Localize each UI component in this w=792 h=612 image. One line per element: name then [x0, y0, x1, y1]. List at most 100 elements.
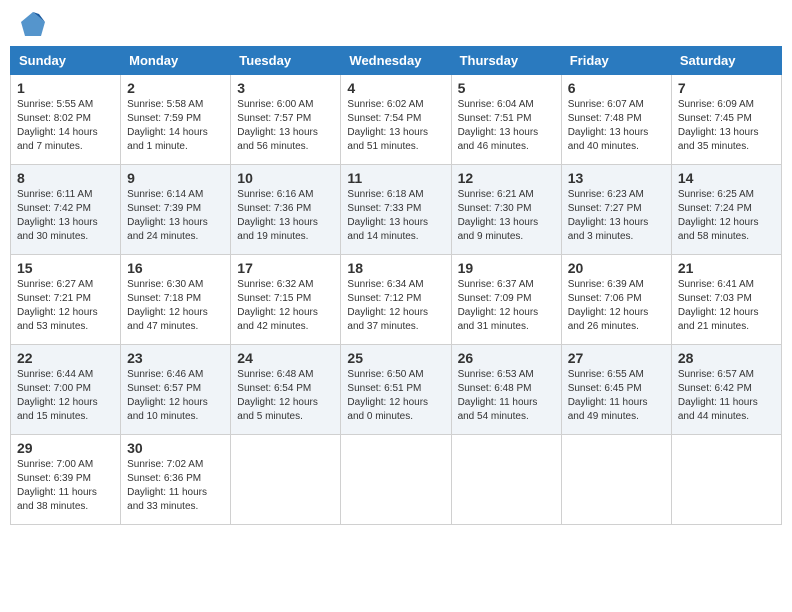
day-number: 13 [568, 170, 665, 186]
calendar-day-cell: 14 Sunrise: 6:25 AM Sunset: 7:24 PM Dayl… [671, 165, 781, 255]
page-header [10, 10, 782, 38]
calendar-day-cell: 24 Sunrise: 6:48 AM Sunset: 6:54 PM Dayl… [231, 345, 341, 435]
day-info: Sunrise: 6:44 AM Sunset: 7:00 PM Dayligh… [17, 369, 98, 422]
day-info: Sunrise: 6:55 AM Sunset: 6:45 PM Dayligh… [568, 369, 648, 422]
calendar-week-row: 8 Sunrise: 6:11 AM Sunset: 7:42 PM Dayli… [11, 165, 782, 255]
day-info: Sunrise: 6:07 AM Sunset: 7:48 PM Dayligh… [568, 99, 649, 152]
day-info: Sunrise: 6:50 AM Sunset: 6:51 PM Dayligh… [347, 369, 428, 422]
calendar-day-cell: 23 Sunrise: 6:46 AM Sunset: 6:57 PM Dayl… [121, 345, 231, 435]
calendar-table: SundayMondayTuesdayWednesdayThursdayFrid… [10, 46, 782, 525]
calendar-day-cell: 10 Sunrise: 6:16 AM Sunset: 7:36 PM Dayl… [231, 165, 341, 255]
calendar-header-cell: Tuesday [231, 47, 341, 75]
day-info: Sunrise: 6:21 AM Sunset: 7:30 PM Dayligh… [458, 189, 539, 242]
day-number: 25 [347, 350, 444, 366]
calendar-day-cell [341, 435, 451, 525]
calendar-day-cell: 19 Sunrise: 6:37 AM Sunset: 7:09 PM Dayl… [451, 255, 561, 345]
day-info: Sunrise: 5:58 AM Sunset: 7:59 PM Dayligh… [127, 99, 208, 152]
calendar-week-row: 15 Sunrise: 6:27 AM Sunset: 7:21 PM Dayl… [11, 255, 782, 345]
calendar-week-row: 1 Sunrise: 5:55 AM Sunset: 8:02 PM Dayli… [11, 75, 782, 165]
day-info: Sunrise: 6:16 AM Sunset: 7:36 PM Dayligh… [237, 189, 318, 242]
day-info: Sunrise: 6:41 AM Sunset: 7:03 PM Dayligh… [678, 279, 759, 332]
day-info: Sunrise: 6:27 AM Sunset: 7:21 PM Dayligh… [17, 279, 98, 332]
calendar-day-cell: 22 Sunrise: 6:44 AM Sunset: 7:00 PM Dayl… [11, 345, 121, 435]
calendar-day-cell: 4 Sunrise: 6:02 AM Sunset: 7:54 PM Dayli… [341, 75, 451, 165]
day-number: 14 [678, 170, 775, 186]
day-number: 20 [568, 260, 665, 276]
day-number: 30 [127, 440, 224, 456]
day-info: Sunrise: 6:30 AM Sunset: 7:18 PM Dayligh… [127, 279, 208, 332]
day-info: Sunrise: 6:46 AM Sunset: 6:57 PM Dayligh… [127, 369, 208, 422]
calendar-day-cell: 2 Sunrise: 5:58 AM Sunset: 7:59 PM Dayli… [121, 75, 231, 165]
calendar-day-cell: 29 Sunrise: 7:00 AM Sunset: 6:39 PM Dayl… [11, 435, 121, 525]
day-number: 24 [237, 350, 334, 366]
day-number: 29 [17, 440, 114, 456]
day-info: Sunrise: 7:00 AM Sunset: 6:39 PM Dayligh… [17, 459, 97, 512]
day-number: 21 [678, 260, 775, 276]
calendar-day-cell: 16 Sunrise: 6:30 AM Sunset: 7:18 PM Dayl… [121, 255, 231, 345]
day-info: Sunrise: 6:11 AM Sunset: 7:42 PM Dayligh… [17, 189, 98, 242]
day-number: 9 [127, 170, 224, 186]
day-info: Sunrise: 6:48 AM Sunset: 6:54 PM Dayligh… [237, 369, 318, 422]
day-number: 19 [458, 260, 555, 276]
calendar-header-cell: Thursday [451, 47, 561, 75]
day-info: Sunrise: 6:39 AM Sunset: 7:06 PM Dayligh… [568, 279, 649, 332]
calendar-day-cell: 28 Sunrise: 6:57 AM Sunset: 6:42 PM Dayl… [671, 345, 781, 435]
day-number: 4 [347, 80, 444, 96]
calendar-day-cell: 13 Sunrise: 6:23 AM Sunset: 7:27 PM Dayl… [561, 165, 671, 255]
calendar-week-row: 29 Sunrise: 7:00 AM Sunset: 6:39 PM Dayl… [11, 435, 782, 525]
calendar-header-row: SundayMondayTuesdayWednesdayThursdayFrid… [11, 47, 782, 75]
day-number: 16 [127, 260, 224, 276]
day-number: 2 [127, 80, 224, 96]
day-info: Sunrise: 6:34 AM Sunset: 7:12 PM Dayligh… [347, 279, 428, 332]
calendar-day-cell: 7 Sunrise: 6:09 AM Sunset: 7:45 PM Dayli… [671, 75, 781, 165]
day-number: 15 [17, 260, 114, 276]
day-number: 12 [458, 170, 555, 186]
calendar-header-cell: Wednesday [341, 47, 451, 75]
day-number: 6 [568, 80, 665, 96]
day-info: Sunrise: 5:55 AM Sunset: 8:02 PM Dayligh… [17, 99, 98, 152]
logo-icon [19, 10, 47, 38]
calendar-header-cell: Sunday [11, 47, 121, 75]
day-number: 28 [678, 350, 775, 366]
day-info: Sunrise: 6:57 AM Sunset: 6:42 PM Dayligh… [678, 369, 758, 422]
day-info: Sunrise: 6:37 AM Sunset: 7:09 PM Dayligh… [458, 279, 539, 332]
calendar-day-cell: 8 Sunrise: 6:11 AM Sunset: 7:42 PM Dayli… [11, 165, 121, 255]
day-info: Sunrise: 6:32 AM Sunset: 7:15 PM Dayligh… [237, 279, 318, 332]
calendar-day-cell: 1 Sunrise: 5:55 AM Sunset: 8:02 PM Dayli… [11, 75, 121, 165]
calendar-day-cell: 18 Sunrise: 6:34 AM Sunset: 7:12 PM Dayl… [341, 255, 451, 345]
day-number: 23 [127, 350, 224, 366]
calendar-day-cell: 27 Sunrise: 6:55 AM Sunset: 6:45 PM Dayl… [561, 345, 671, 435]
day-number: 11 [347, 170, 444, 186]
calendar-week-row: 22 Sunrise: 6:44 AM Sunset: 7:00 PM Dayl… [11, 345, 782, 435]
day-info: Sunrise: 6:00 AM Sunset: 7:57 PM Dayligh… [237, 99, 318, 152]
calendar-day-cell: 21 Sunrise: 6:41 AM Sunset: 7:03 PM Dayl… [671, 255, 781, 345]
day-number: 7 [678, 80, 775, 96]
calendar-header-cell: Friday [561, 47, 671, 75]
calendar-day-cell [451, 435, 561, 525]
calendar-day-cell: 20 Sunrise: 6:39 AM Sunset: 7:06 PM Dayl… [561, 255, 671, 345]
day-info: Sunrise: 6:53 AM Sunset: 6:48 PM Dayligh… [458, 369, 538, 422]
calendar-day-cell: 26 Sunrise: 6:53 AM Sunset: 6:48 PM Dayl… [451, 345, 561, 435]
calendar-day-cell: 11 Sunrise: 6:18 AM Sunset: 7:33 PM Dayl… [341, 165, 451, 255]
day-info: Sunrise: 6:25 AM Sunset: 7:24 PM Dayligh… [678, 189, 759, 242]
calendar-day-cell [231, 435, 341, 525]
day-info: Sunrise: 6:23 AM Sunset: 7:27 PM Dayligh… [568, 189, 649, 242]
calendar-day-cell: 12 Sunrise: 6:21 AM Sunset: 7:30 PM Dayl… [451, 165, 561, 255]
day-number: 27 [568, 350, 665, 366]
calendar-day-cell: 5 Sunrise: 6:04 AM Sunset: 7:51 PM Dayli… [451, 75, 561, 165]
calendar-body: 1 Sunrise: 5:55 AM Sunset: 8:02 PM Dayli… [11, 75, 782, 525]
day-info: Sunrise: 6:18 AM Sunset: 7:33 PM Dayligh… [347, 189, 428, 242]
day-number: 10 [237, 170, 334, 186]
calendar-day-cell: 15 Sunrise: 6:27 AM Sunset: 7:21 PM Dayl… [11, 255, 121, 345]
calendar-day-cell: 25 Sunrise: 6:50 AM Sunset: 6:51 PM Dayl… [341, 345, 451, 435]
calendar-day-cell: 30 Sunrise: 7:02 AM Sunset: 6:36 PM Dayl… [121, 435, 231, 525]
day-number: 26 [458, 350, 555, 366]
day-number: 5 [458, 80, 555, 96]
day-number: 22 [17, 350, 114, 366]
calendar-day-cell: 9 Sunrise: 6:14 AM Sunset: 7:39 PM Dayli… [121, 165, 231, 255]
calendar-day-cell [671, 435, 781, 525]
calendar-header-cell: Saturday [671, 47, 781, 75]
day-number: 3 [237, 80, 334, 96]
day-info: Sunrise: 7:02 AM Sunset: 6:36 PM Dayligh… [127, 459, 207, 512]
calendar-day-cell [561, 435, 671, 525]
